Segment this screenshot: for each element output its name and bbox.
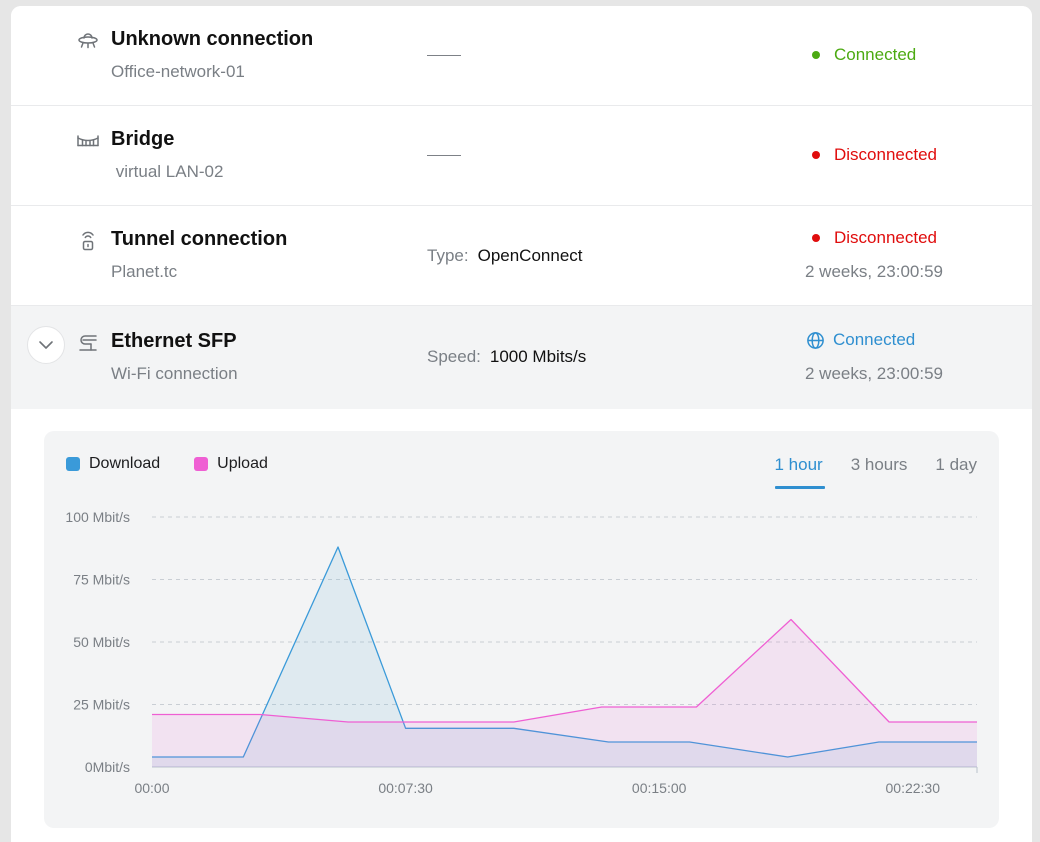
legend-label: Upload bbox=[217, 455, 268, 472]
status-dot bbox=[812, 234, 820, 242]
connection-title: Ethernet SFP bbox=[111, 330, 237, 352]
connection-row-unknown[interactable]: Unknown connection Office-network-01 Con… bbox=[11, 6, 1032, 106]
connection-subtitle: virtual LAN-02 bbox=[111, 162, 224, 181]
empty-detail-dash bbox=[427, 55, 461, 56]
empty-detail-dash bbox=[427, 155, 461, 156]
status-label: Connected bbox=[834, 45, 917, 64]
connection-row-ethernet-sfp[interactable]: Ethernet SFP Wi-Fi connection Speed: 1000… bbox=[11, 306, 1032, 409]
x-tick-label: 00:15:00 bbox=[632, 780, 687, 796]
tab-1-hour[interactable]: 1 hour bbox=[774, 455, 825, 489]
connections-panel: Unknown connection Office-network-01 Con… bbox=[11, 6, 1032, 842]
detail-value: 1000 Mbits/s bbox=[489, 347, 587, 366]
status-badge: Connected bbox=[806, 330, 915, 350]
x-tick-label: 00:22:30 bbox=[886, 780, 941, 796]
status-dot bbox=[812, 151, 820, 159]
tab-1-day[interactable]: 1 day bbox=[935, 455, 977, 489]
tab-3-hours[interactable]: 3 hours bbox=[851, 455, 908, 489]
tunnel-lock-icon bbox=[77, 230, 99, 252]
connection-title: Unknown connection bbox=[111, 28, 314, 50]
connection-title: Tunnel connection bbox=[111, 228, 288, 250]
y-tick-label: 100 Mbit/s bbox=[65, 509, 130, 525]
legend-item-upload: Upload bbox=[194, 455, 268, 473]
connection-row-tunnel[interactable]: Tunnel connection Planet.tc Type: OpenCon… bbox=[11, 206, 1032, 306]
legend-swatch-upload bbox=[194, 457, 209, 471]
connection-subtitle: Office-network-01 bbox=[111, 62, 245, 81]
legend-swatch-download bbox=[66, 457, 80, 471]
status-badge: Disconnected bbox=[811, 228, 937, 248]
y-tick-label: 0Mbit/s bbox=[85, 759, 130, 775]
chevron-down-icon bbox=[39, 341, 53, 349]
detail-key: Type: bbox=[427, 246, 469, 265]
traffic-chart-card: 0Mbit/s 25 Mbit/s 50 Mbit/s 75 Mbit/s 100 Mb… bbox=[44, 431, 999, 828]
connection-subtitle: Planet.tc bbox=[111, 262, 178, 281]
legend-item-download: Download bbox=[66, 455, 160, 473]
status-label: Connected bbox=[833, 330, 916, 349]
collapse-toggle-button[interactable] bbox=[27, 326, 65, 364]
status-label: Disconnected bbox=[834, 228, 938, 247]
detail-value: OpenConnect bbox=[477, 246, 583, 265]
globe-icon bbox=[807, 331, 824, 349]
traffic-chart: 0Mbit/s 25 Mbit/s 50 Mbit/s 75 Mbit/s 100 Mb… bbox=[65, 509, 978, 796]
uptime-text: 2 weeks, 23:00:59 bbox=[805, 262, 943, 281]
legend-label: Download bbox=[89, 455, 161, 472]
chart-legend: Download Upload bbox=[66, 455, 268, 473]
ethernet-sfp-icon bbox=[77, 332, 99, 354]
connection-detail: Type: OpenConnect bbox=[427, 246, 583, 266]
y-tick-label: 75 Mbit/s bbox=[73, 572, 130, 588]
connection-title: Bridge bbox=[111, 128, 175, 150]
bridge-icon bbox=[77, 130, 99, 152]
x-tick-label: 00:00 bbox=[134, 780, 169, 796]
connection-detail: Speed: 1000 Mbits/s bbox=[427, 347, 586, 367]
ufo-icon bbox=[77, 30, 99, 52]
status-label: Disconnected bbox=[834, 145, 938, 164]
status-dot bbox=[812, 51, 820, 59]
connection-row-bridge[interactable]: Bridge virtual LAN-02 Disconnected bbox=[11, 106, 1032, 206]
y-tick-label: 50 Mbit/s bbox=[73, 634, 130, 650]
detail-key: Speed: bbox=[427, 347, 481, 366]
y-tick-label: 25 Mbit/s bbox=[73, 697, 130, 713]
time-range-tabs: 1 hour 3 hours 1 day bbox=[774, 455, 977, 489]
status-badge: Connected bbox=[811, 45, 916, 65]
uptime-text: 2 weeks, 23:00:59 bbox=[805, 364, 943, 383]
status-badge: Disconnected bbox=[811, 145, 937, 165]
connection-subtitle: Wi-Fi connection bbox=[111, 364, 238, 383]
x-tick-label: 00:07:30 bbox=[378, 780, 433, 796]
